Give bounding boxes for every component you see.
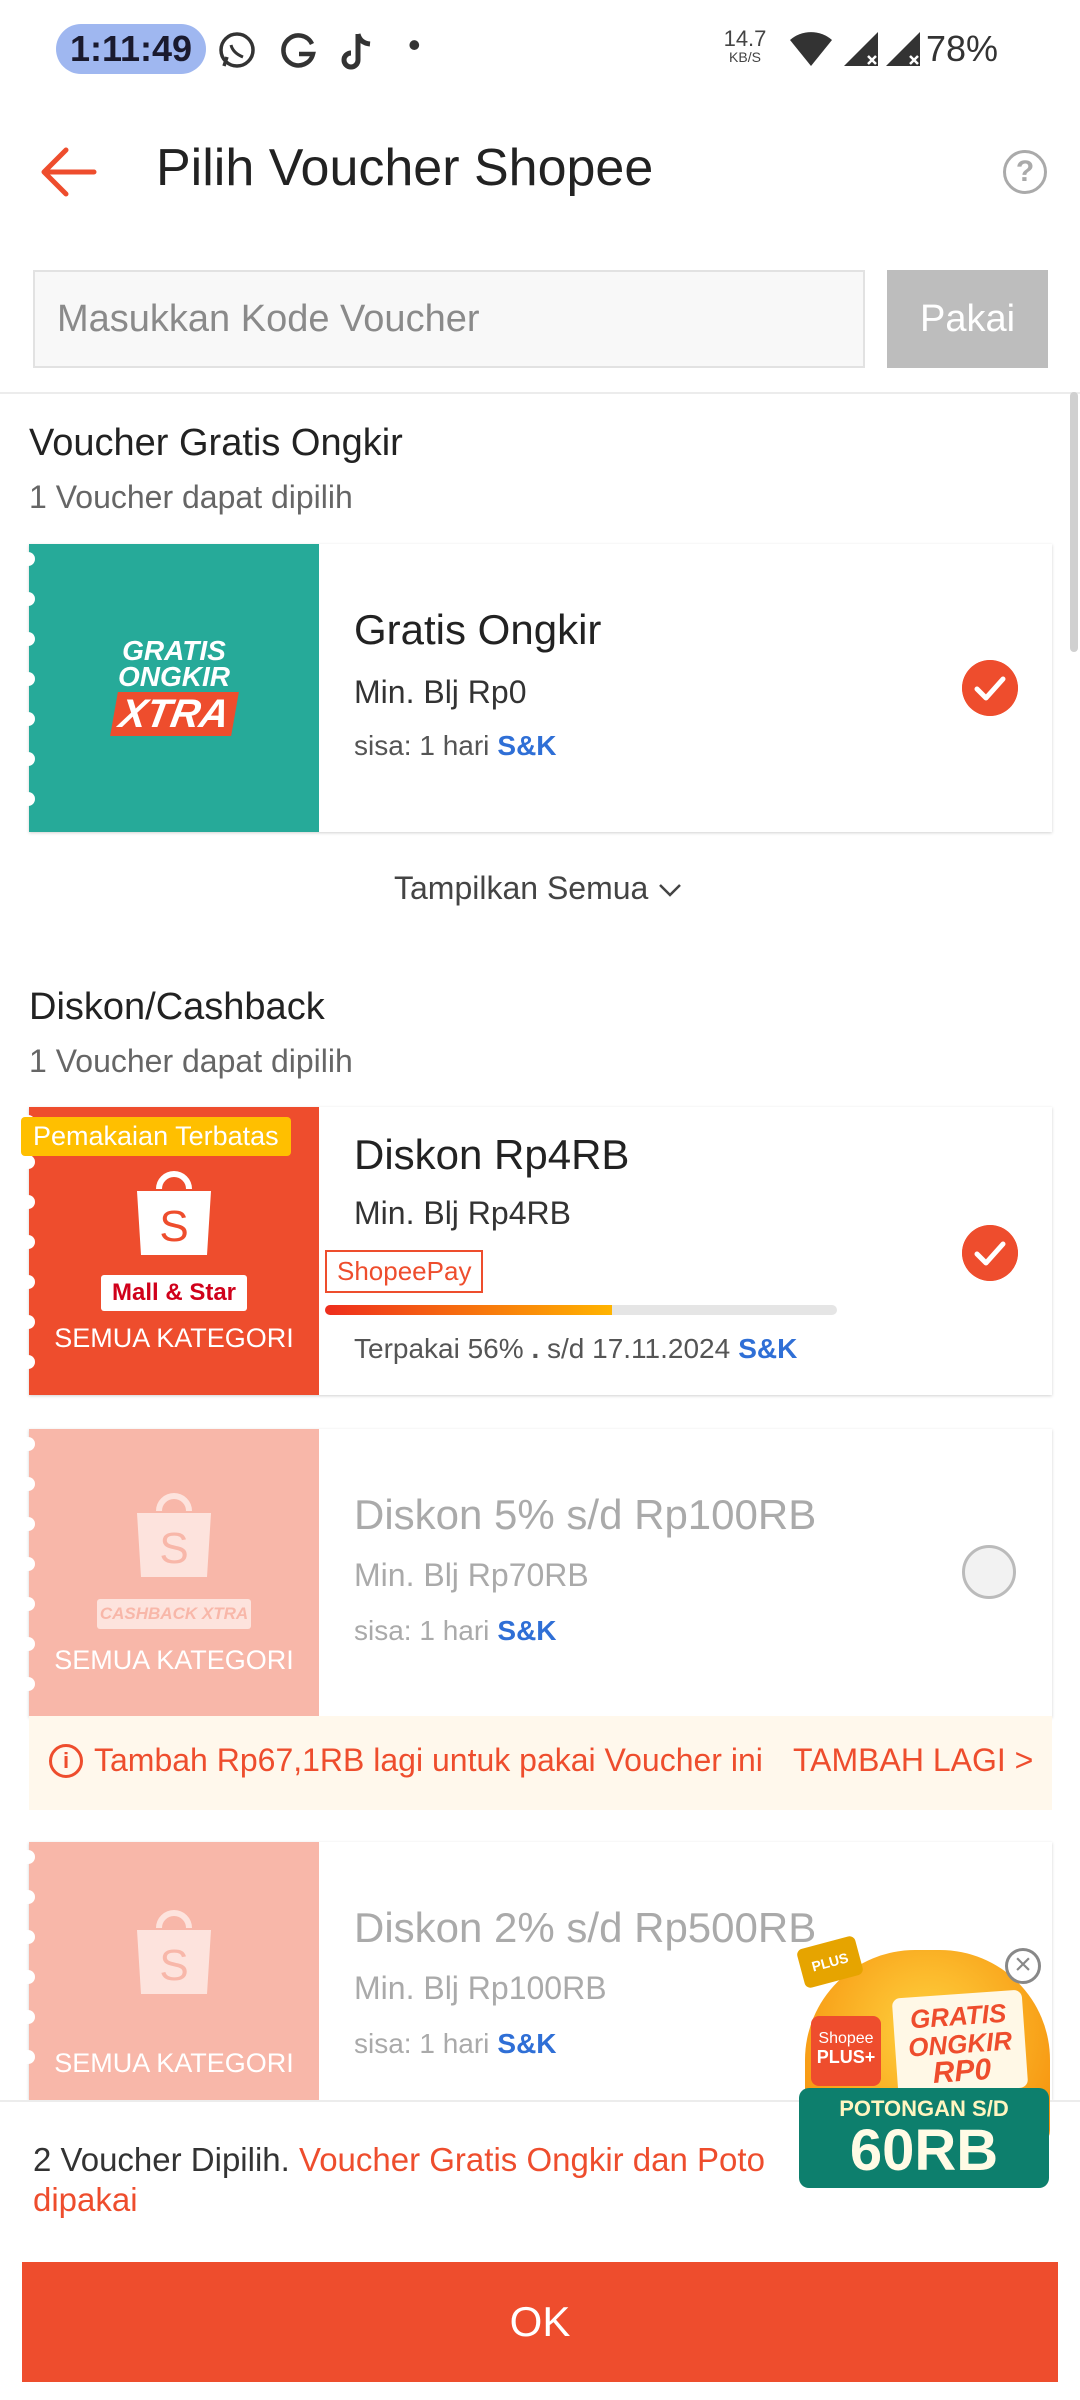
signal-icon bbox=[844, 32, 878, 66]
show-all-button[interactable]: Tampilkan Semua bbox=[394, 870, 683, 907]
voucher-card-discount-2[interactable]: S CASHBACK XTRA SEMUA KATEGORI Diskon 5%… bbox=[21, 1429, 1052, 1717]
voucher-min-spend: Min. Blj Rp70RB bbox=[354, 1557, 589, 1593]
promo-banner: POTONGAN S/D 60RB bbox=[799, 2088, 1049, 2188]
whatsapp-icon bbox=[219, 32, 255, 68]
voucher-min-spend: Min. Blj Rp4RB bbox=[354, 1195, 571, 1231]
section-subtitle-shipping: 1 Voucher dapat dipilih bbox=[29, 479, 353, 515]
unselected-radio[interactable] bbox=[962, 1545, 1016, 1599]
voucher-min-spend: Min. Blj Rp100RB bbox=[354, 1970, 607, 2006]
battery-level: 78% bbox=[926, 28, 999, 69]
voucher-min-spend: Min. Blj Rp0 bbox=[354, 674, 527, 710]
divider bbox=[0, 392, 1080, 394]
network-speed: 14.7 KB/S bbox=[720, 26, 770, 65]
voucher-code-input[interactable] bbox=[33, 270, 865, 368]
logo-line2: ONGKIR bbox=[118, 661, 230, 692]
network-speed-unit: KB/S bbox=[729, 49, 761, 65]
info-icon: i bbox=[49, 1744, 83, 1778]
separator: . bbox=[531, 1333, 540, 1364]
section-title-shipping: Voucher Gratis Ongkir bbox=[29, 422, 403, 464]
promo-brand: Shopee bbox=[818, 2030, 874, 2047]
add-more-link[interactable]: TAMBAH LAGI > bbox=[793, 1742, 1033, 1779]
gratis-ongkir-xtra-logo: GRATIS ONGKIR XTRA bbox=[29, 637, 319, 736]
svg-text:S: S bbox=[159, 1941, 188, 1990]
voucher-remaining: sisa: 1 hari S&K bbox=[354, 2028, 557, 2060]
perforation bbox=[21, 1437, 37, 1725]
voucher-card-shipping[interactable]: GRATIS ONGKIR XTRA Gratis Ongkir Min. Bl… bbox=[21, 544, 1052, 832]
voucher-usage: Terpakai 56% . s/d 17.11.2024 S&K bbox=[354, 1333, 797, 1365]
category-label: SEMUA KATEGORI bbox=[54, 1323, 294, 1353]
svg-text:S: S bbox=[159, 1202, 188, 1251]
selected-detail: Voucher Gratis Ongkir dan Poto bbox=[299, 2141, 765, 2178]
shopee-bag-icon: S bbox=[137, 1910, 211, 1994]
show-all-label: Tampilkan Semua bbox=[394, 870, 649, 906]
warning-text: Tambah Rp67,1RB lagi untuk pakai Voucher… bbox=[94, 1742, 763, 1778]
signal-icon-2 bbox=[886, 32, 920, 66]
selected-summary: 2 Voucher Dipilih. Voucher Gratis Ongkir… bbox=[33, 2140, 833, 2220]
min-spend-warning: i Tambah Rp67,1RB lagi untuk pakai Vouch… bbox=[29, 1716, 1052, 1810]
gratis-ongkir-card: GRATIS ONGKIR RP0 bbox=[891, 1989, 1029, 2097]
shopee-plus-badge: Shopee PLUS+ bbox=[811, 2016, 881, 2086]
scrollbar[interactable] bbox=[1070, 392, 1078, 652]
network-speed-value: 14.7 bbox=[723, 26, 767, 51]
close-promo-icon[interactable]: × bbox=[1005, 1948, 1041, 1984]
voucher-logo-panel: GRATIS ONGKIR XTRA bbox=[21, 544, 319, 832]
promo-plus-badge: PLUS+ bbox=[816, 2047, 876, 2067]
voucher-remaining: sisa: 1 hari S&K bbox=[354, 730, 557, 762]
category-label: SEMUA KATEGORI bbox=[54, 1645, 294, 1675]
voucher-title: Diskon 5% s/d Rp100RB bbox=[354, 1491, 817, 1538]
back-arrow-icon[interactable] bbox=[36, 140, 100, 204]
app-header: Pilih Voucher Shopee ? bbox=[0, 110, 1080, 230]
selected-check-icon[interactable] bbox=[962, 660, 1018, 716]
shopee-bag-icon: S bbox=[137, 1493, 211, 1577]
chevron-down-icon bbox=[659, 884, 682, 897]
logo-line3: XTRA bbox=[109, 692, 239, 736]
apply-voucher-button[interactable]: Pakai bbox=[887, 270, 1048, 368]
status-bar: 1:11:49 • 14.7 KB/S 78% bbox=[0, 0, 1080, 100]
usage-text: Terpakai 56% bbox=[354, 1333, 524, 1364]
valid-until: s/d 17.11.2024 bbox=[547, 1333, 731, 1364]
shopee-plus-promo[interactable]: PLUS Shopee PLUS+ GRATIS ONGKIR RP0 POTO… bbox=[795, 1934, 1055, 2190]
usage-progress-fill bbox=[325, 1305, 612, 1315]
section-title-discount: Diskon/Cashback bbox=[29, 986, 325, 1028]
category-label: SEMUA KATEGORI bbox=[54, 2048, 294, 2078]
status-dot: • bbox=[408, 24, 421, 65]
usage-progress-bar bbox=[325, 1305, 837, 1315]
shopee-bag-icon: S bbox=[137, 1171, 211, 1255]
terms-link[interactable]: S&K bbox=[497, 2028, 556, 2059]
terms-link[interactable]: S&K bbox=[497, 730, 556, 761]
selected-count: 2 Voucher Dipilih. bbox=[33, 2141, 290, 2178]
voucher-logo-panel: S SEMUA KATEGORI bbox=[21, 1842, 319, 2100]
section-subtitle-discount: 1 Voucher dapat dipilih bbox=[29, 1043, 353, 1079]
selected-check-icon[interactable] bbox=[962, 1225, 1018, 1281]
status-time: 1:11:49 bbox=[56, 24, 206, 74]
voucher-title: Diskon Rp4RB bbox=[354, 1131, 630, 1178]
help-icon[interactable]: ? bbox=[1003, 150, 1047, 194]
google-icon bbox=[281, 33, 316, 68]
shopeepay-tag: ShopeePay bbox=[325, 1250, 484, 1293]
cashback-xtra-tag: CASHBACK XTRA bbox=[97, 1599, 251, 1629]
tiktok-icon bbox=[341, 33, 371, 70]
limited-use-badge: Pemakaian Terbatas bbox=[21, 1117, 291, 1156]
remaining-text: sisa: 1 hari bbox=[354, 730, 490, 761]
voucher-remaining: sisa: 1 hari S&K bbox=[354, 1615, 557, 1647]
selected-detail-line2: dipakai bbox=[33, 2181, 138, 2218]
remaining-text: sisa: 1 hari bbox=[354, 2028, 490, 2059]
voucher-logo-panel: S CASHBACK XTRA SEMUA KATEGORI bbox=[21, 1429, 319, 1717]
perforation bbox=[21, 1115, 37, 1403]
promo-banner-big: 60RB bbox=[849, 2118, 999, 2183]
voucher-title: Diskon 2% s/d Rp500RB bbox=[354, 1904, 817, 1951]
voucher-title: Gratis Ongkir bbox=[354, 606, 602, 653]
svg-text:S: S bbox=[159, 1524, 188, 1573]
wifi-icon bbox=[790, 32, 832, 66]
mall-star-tag: Mall & Star bbox=[101, 1275, 247, 1311]
ok-button[interactable]: OK bbox=[22, 2262, 1058, 2382]
promo-banner-small: POTONGAN S/D bbox=[839, 2096, 1009, 2121]
terms-link[interactable]: S&K bbox=[497, 1615, 556, 1646]
terms-link[interactable]: S&K bbox=[738, 1333, 797, 1364]
remaining-text: sisa: 1 hari bbox=[354, 1615, 490, 1646]
page-title: Pilih Voucher Shopee bbox=[156, 139, 654, 197]
